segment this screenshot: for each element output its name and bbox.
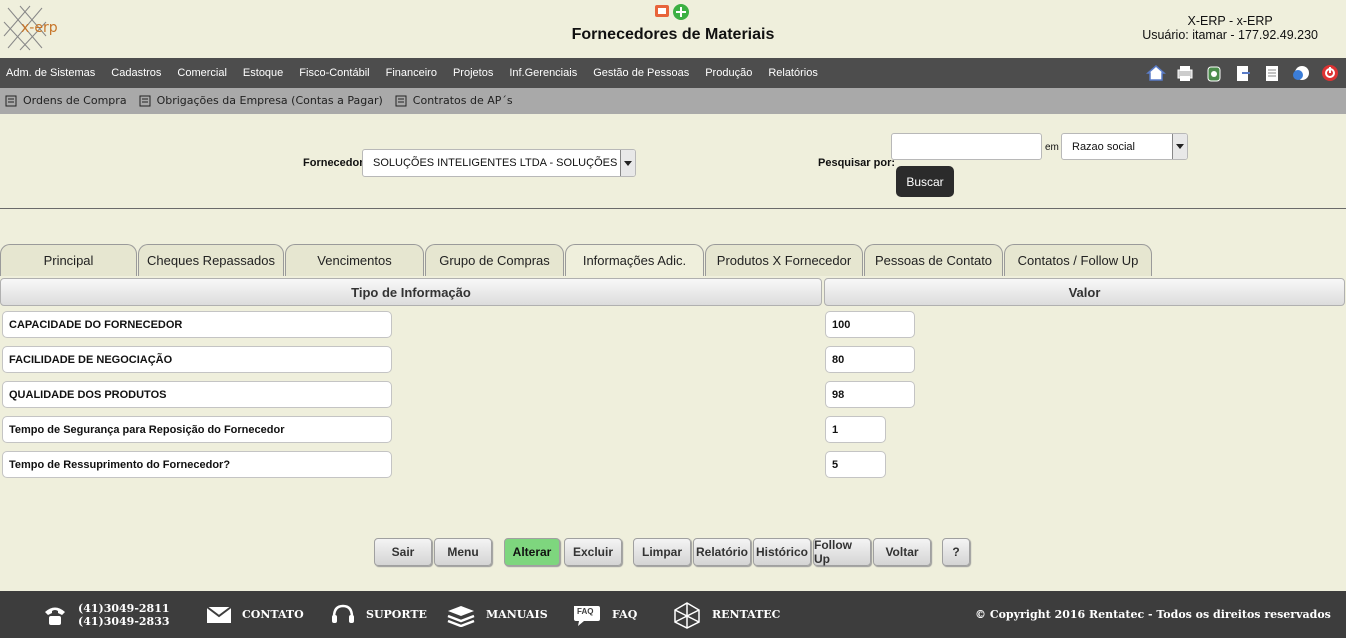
column-header-valor: Valor [824, 278, 1345, 306]
menu-relatorios[interactable]: Relatórios [768, 67, 818, 79]
filter-panel: Fornecedor SOLUÇÕES INTELIGENTES LTDA - … [0, 114, 1346, 209]
footer-rentatec[interactable]: RENTATEC [672, 591, 780, 638]
info-type-cell: Tempo de Segurança para Reposição do For… [2, 416, 392, 443]
chevron-down-icon [620, 150, 635, 176]
footer-phone[interactable]: (41)3049-2811 (41)3049-2833 [42, 591, 170, 638]
menu-gestao-pessoas[interactable]: Gestão de Pessoas [593, 67, 689, 79]
limpar-button[interactable]: Limpar [633, 538, 691, 566]
relatorio-button[interactable]: Relatório [693, 538, 751, 566]
help-globe-icon[interactable] [1291, 64, 1311, 82]
supplier-select[interactable]: SOLUÇÕES INTELIGENTES LTDA - SOLUÇÕES IN… [362, 149, 636, 177]
notepad-icon[interactable] [1262, 64, 1282, 82]
tab-pessoas-contato[interactable]: Pessoas de Contato [864, 244, 1003, 276]
info-value-field[interactable]: 98 [825, 381, 915, 408]
header: x-erp Fornecedores de Materiais X-ERP - … [0, 0, 1346, 58]
list-icon [5, 95, 17, 106]
supplier-label: Fornecedor [303, 157, 364, 169]
phone-1: (41)3049-2811 [78, 601, 170, 615]
footer: (41)3049-2811 (41)3049-2833 CONTATO SUPO… [0, 591, 1346, 638]
followup-button[interactable]: Follow Up [813, 538, 871, 566]
em-label: em [1045, 142, 1059, 153]
search-label: Pesquisar por: [818, 157, 896, 169]
headset-icon [330, 603, 356, 627]
menu-estoque[interactable]: Estoque [243, 67, 283, 79]
menu-button[interactable]: Menu [434, 538, 492, 566]
tab-vencimentos[interactable]: Vencimentos [285, 244, 424, 276]
footer-suporte[interactable]: SUPORTE [330, 591, 427, 638]
info-type-cell: QUALIDADE DOS PRODUTOS [2, 381, 392, 408]
home-icon[interactable] [1146, 64, 1166, 82]
menu-fisco-contabil[interactable]: Fisco-Contábil [299, 67, 369, 79]
phone-2: (41)3049-2833 [78, 614, 170, 628]
info-type-cell: Tempo de Ressuprimento do Fornecedor? [2, 451, 392, 478]
help-button[interactable]: ? [942, 538, 970, 566]
search-field-select[interactable]: Razao social [1061, 133, 1188, 160]
list-icon [395, 95, 407, 106]
search-input[interactable] [891, 133, 1042, 160]
top-icons [654, 3, 690, 26]
submenu-obrigacoes[interactable]: Obrigações da Empresa (Contas a Pagar) [139, 94, 383, 107]
main-menubar: Adm. de Sistemas Cadastros Comercial Est… [0, 58, 1346, 88]
menu-producao[interactable]: Produção [705, 67, 752, 79]
submenu-contratos[interactable]: Contratos de AP´s [395, 94, 513, 107]
menu-adm-sistemas[interactable]: Adm. de Sistemas [6, 67, 95, 79]
network-icon [672, 601, 702, 629]
column-header-tipo: Tipo de Informação [0, 278, 822, 306]
menu-projetos[interactable]: Projetos [453, 67, 493, 79]
historico-button[interactable]: Histórico [753, 538, 811, 566]
voltar-button[interactable]: Voltar [873, 538, 931, 566]
menu-comercial[interactable]: Comercial [177, 67, 227, 79]
menu-items: Adm. de Sistemas Cadastros Comercial Est… [6, 67, 834, 79]
info-type-cell: FACILIDADE DE NEGOCIAÇÃO [2, 346, 392, 373]
footer-copyright: © Copyright 2016 Rentatec - Todos os dir… [975, 608, 1331, 621]
info-value-field[interactable]: 100 [825, 311, 915, 338]
footer-faq[interactable]: FAQ FAQ [572, 591, 637, 638]
alterar-button[interactable]: Alterar [504, 538, 560, 566]
chevron-down-icon [1172, 134, 1187, 159]
add-icon[interactable] [672, 3, 690, 26]
user-name: Usuário: itamar - 177.92.49.230 [1142, 28, 1318, 42]
recycle-icon[interactable] [1204, 64, 1224, 82]
info-value-field[interactable]: 1 [825, 416, 886, 443]
excluir-button[interactable]: Excluir [564, 538, 622, 566]
footer-contato[interactable]: CONTATO [206, 591, 304, 638]
tab-informacoes-adic[interactable]: Informações Adic. [565, 244, 704, 276]
tab-cheques-repassados[interactable]: Cheques Repassados [138, 244, 284, 276]
footer-manuais[interactable]: MANUAIS [446, 591, 548, 638]
powerpoint-icon[interactable] [654, 3, 670, 26]
sair-button[interactable]: Sair [374, 538, 432, 566]
submenu-bar: Ordens de Compra Obrigações da Empresa (… [0, 88, 1346, 114]
books-icon [446, 603, 476, 627]
document-icon[interactable] [1233, 64, 1253, 82]
list-icon [139, 95, 151, 106]
info-type-cell: CAPACIDADE DO FORNECEDOR [2, 311, 392, 338]
system-name: X-ERP - x-ERP [1187, 14, 1273, 28]
search-button[interactable]: Buscar [896, 166, 954, 197]
tab-grupo-compras[interactable]: Grupo de Compras [425, 244, 564, 276]
envelope-icon [206, 605, 232, 625]
faq-bubble-icon: FAQ [572, 603, 602, 627]
phone-icon [42, 603, 68, 627]
info-value-field[interactable]: 80 [825, 346, 915, 373]
user-info: X-ERP - x-ERP Usuário: itamar - 177.92.4… [1142, 14, 1318, 42]
menu-cadastros[interactable]: Cadastros [111, 67, 161, 79]
menu-financeiro[interactable]: Financeiro [386, 67, 437, 79]
menu-inf-gerenciais[interactable]: Inf.Gerenciais [509, 67, 577, 79]
toolbar-icons [1146, 64, 1340, 82]
submenu-ordens-compra[interactable]: Ordens de Compra [5, 94, 127, 107]
tab-contatos-followup[interactable]: Contatos / Follow Up [1004, 244, 1152, 276]
tab-principal[interactable]: Principal [0, 244, 137, 276]
power-icon[interactable] [1320, 64, 1340, 82]
printer-icon[interactable] [1175, 64, 1195, 82]
info-value-field[interactable]: 5 [825, 451, 886, 478]
tab-produtos-fornecedor[interactable]: Produtos X Fornecedor [705, 244, 863, 276]
